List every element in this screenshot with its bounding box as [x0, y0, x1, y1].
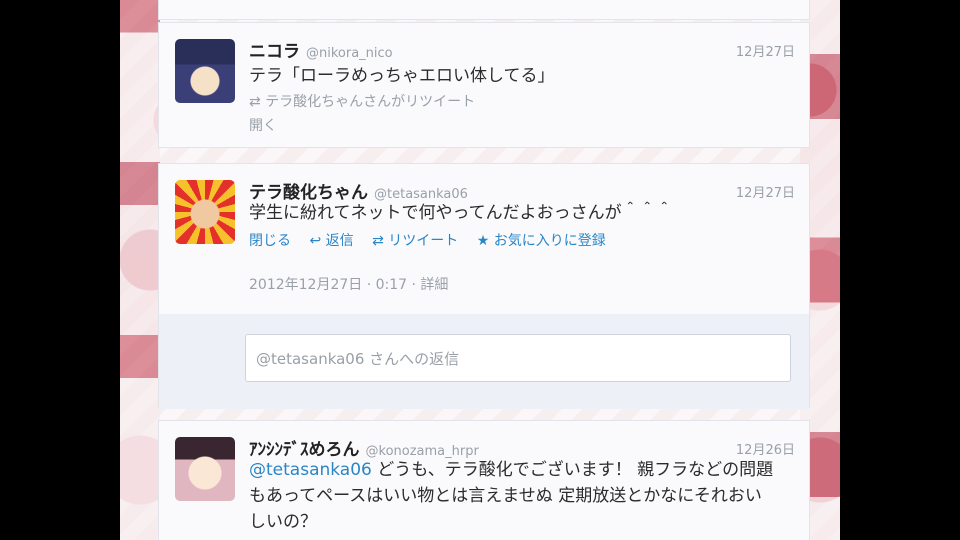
tweet-text: 学生に紛れてネットで何やってんだよおっさんが＾＾＾	[249, 203, 673, 223]
retweet-label: リツイート	[388, 233, 459, 249]
detail-link[interactable]: 詳細	[420, 277, 448, 293]
retweet-small-icon: ⇄	[249, 94, 261, 110]
tweet-timestamp-row: 2012年12月27日 · 0:17 · 詳細	[249, 277, 449, 293]
previous-tweet-edge	[158, 0, 810, 20]
tweet-text-line3: しいの？	[249, 512, 317, 532]
retweet-button[interactable]: ⇄ リツイート	[372, 233, 458, 249]
favorite-button[interactable]: ★ お気に入りに登録	[477, 233, 606, 249]
tweet-text-line1: どうも、テラ酸化でございます！ 親フラなどの問題	[371, 460, 774, 480]
favorite-label: お気に入りに登録	[493, 233, 606, 249]
reply-button[interactable]: ↩ 返信	[309, 233, 353, 249]
tweet-author[interactable]: ニコラ @nikora_nico	[249, 37, 393, 62]
author-name[interactable]: ニコラ	[249, 42, 300, 62]
avatar[interactable]	[175, 39, 235, 103]
avatar[interactable]	[175, 180, 235, 244]
tweet-card-retweet[interactable]: ニコラ @nikora_nico 12月27日 テラ「ローラめっちゃエロい体してる…	[158, 22, 810, 148]
tweet-card-expanded[interactable]: テラ酸化ちゃん @tetasanka06 12月27日 学生に紛れてネットで何やっ…	[158, 163, 810, 409]
reply-input[interactable]: @tetasanka06 さんへの返信	[245, 334, 791, 382]
star-icon: ★	[476, 233, 490, 249]
tweet-card[interactable]: ｱﾝｼﾝﾃﾞｽめろん @konozama_hrpr 12月26日 @tetasan…	[158, 420, 810, 540]
retweet-indicator: ⇄ テラ酸化ちゃんさんがリツイート	[249, 91, 475, 111]
tweet-text: テラ「ローラめっちゃエロい体してる」	[249, 66, 555, 86]
retweet-icon: ⇄	[372, 233, 384, 249]
background-illustration-left	[120, 0, 160, 540]
tweet-actions: 閉じる ↩ 返信 ⇄ リツイート ★ お気に入りに登録	[249, 230, 620, 250]
tweet-date[interactable]: 12月27日	[736, 41, 795, 60]
mention-link[interactable]: @tetasanka06	[249, 460, 372, 480]
close-link[interactable]: 閉じる	[249, 233, 291, 249]
tweet-date[interactable]: 12月26日	[736, 439, 795, 458]
author-handle[interactable]: @nikora_nico	[306, 46, 393, 61]
tweet-text: @tetasanka06 どうも、テラ酸化でございます！ 親フラなどの問題 もあ…	[249, 457, 799, 535]
avatar[interactable]	[175, 437, 235, 501]
reply-label: 返信	[325, 233, 354, 249]
reply-area: @tetasanka06 さんへの返信	[159, 314, 809, 409]
background-stage: ニコラ @nikora_nico 12月27日 テラ「ローラめっちゃエロい体してる…	[120, 0, 840, 540]
reply-icon: ↩	[309, 233, 322, 249]
tweet-text-line2: もあってペースはいい物とは言えませぬ 定期放送とかなにそれおい	[249, 486, 762, 506]
open-link[interactable]: 開く	[249, 115, 277, 135]
tweet-date[interactable]: 12月27日	[736, 182, 795, 201]
retweeted-by-text: テラ酸化ちゃんさんがリツイート	[265, 94, 476, 110]
tweet-timestamp[interactable]: 2012年12月27日 · 0:17	[249, 277, 407, 293]
